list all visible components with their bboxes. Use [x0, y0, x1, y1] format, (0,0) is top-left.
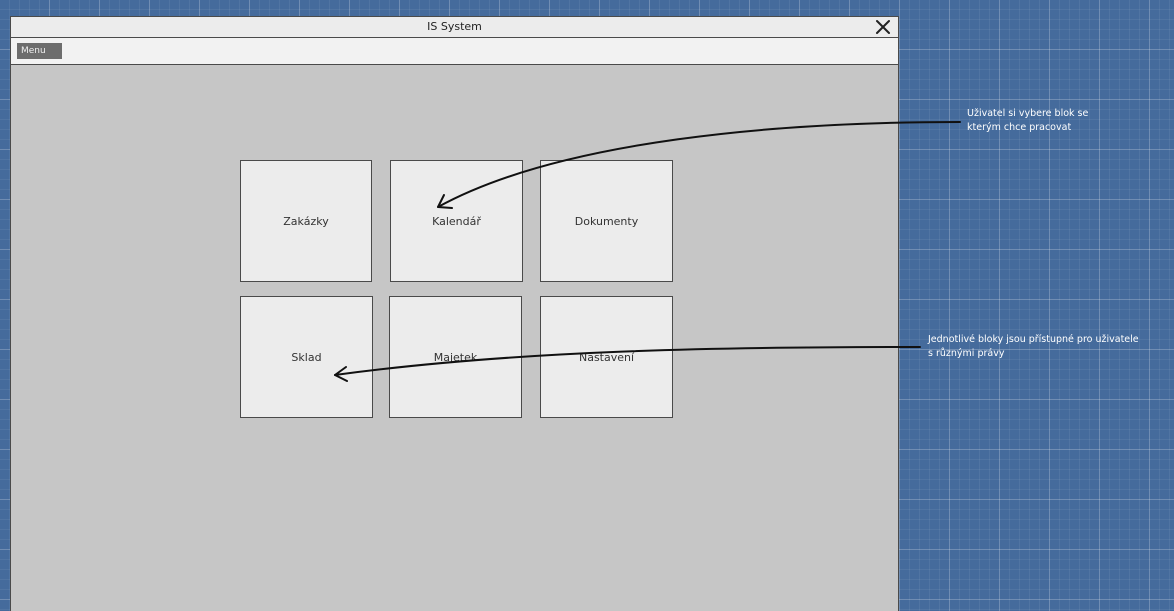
annotation-note-select-block: Uživatel si vybere blok se kterým chce p…: [967, 108, 1089, 133]
tile-dokumenty[interactable]: Dokumenty: [540, 160, 673, 282]
tile-sklad[interactable]: Sklad: [240, 296, 373, 418]
title-bar: IS System: [11, 17, 898, 38]
window-title: IS System: [427, 20, 482, 33]
tile-majetek[interactable]: Majetek: [389, 296, 522, 418]
menu-bar: Menu: [11, 38, 898, 65]
is-system-window: IS System Menu Zakázky Kalendář Dokument…: [10, 16, 899, 611]
tile-kalendar[interactable]: Kalendář: [390, 160, 523, 282]
tile-zakazky[interactable]: Zakázky: [240, 160, 372, 282]
annotation-note-access-rights: Jednotlivé bloky jsou přístupné pro uživ…: [928, 334, 1139, 359]
tile-nastaveni[interactable]: Nastavení: [540, 296, 673, 418]
close-icon[interactable]: [874, 18, 892, 36]
menu-button[interactable]: Menu: [17, 43, 62, 59]
